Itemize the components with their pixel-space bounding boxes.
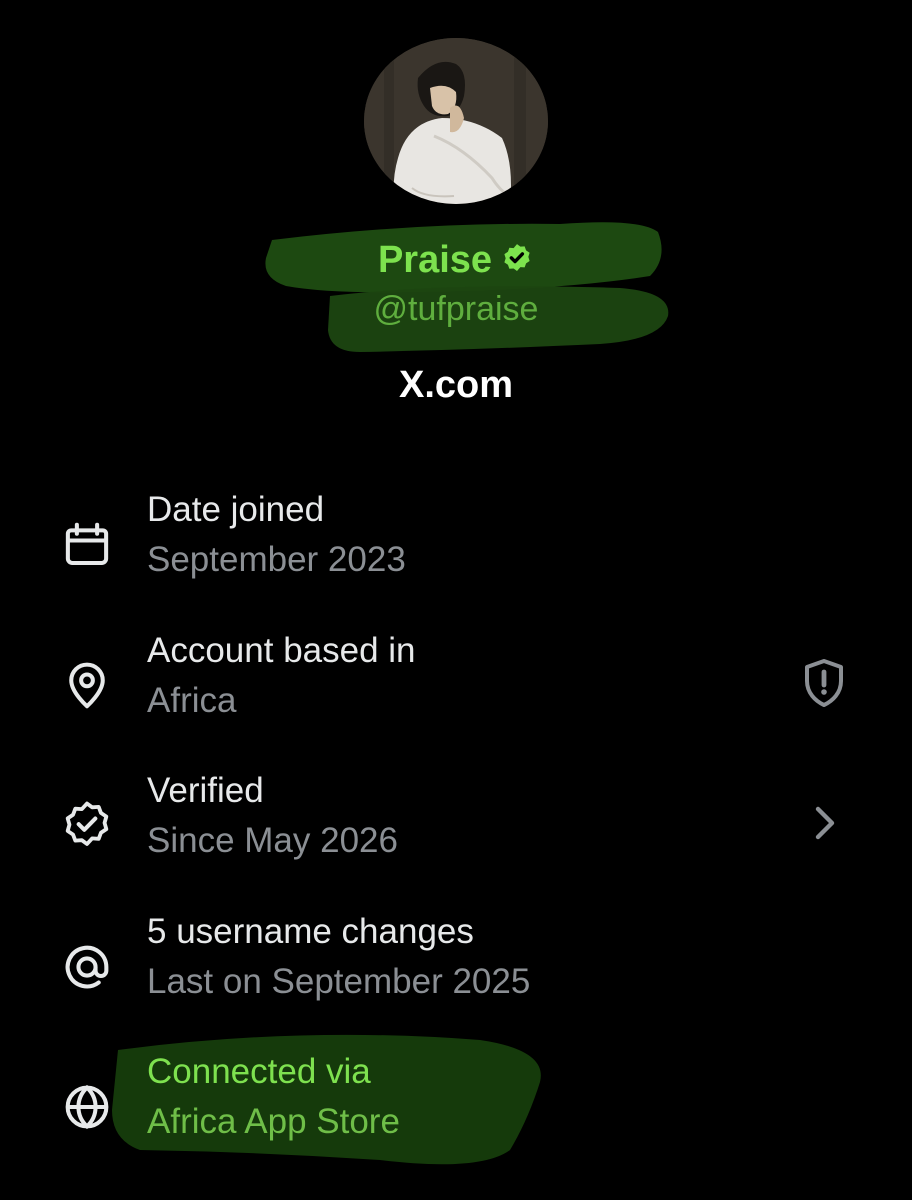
row-verified[interactable]: Verified Since May 2026 [0, 771, 912, 887]
row-date-joined: Date joined September 2023 [0, 490, 912, 606]
row-title: Date joined [147, 490, 325, 529]
at-sign-icon [65, 945, 109, 989]
avatar-photo [364, 38, 548, 204]
row-subtitle: Last on September 2025 [147, 962, 531, 1001]
row-subtitle: Since May 2026 [147, 821, 398, 860]
row-title: Verified [147, 771, 264, 810]
display-name[interactable]: Praise [378, 239, 492, 281]
site-name: X.com [398, 364, 514, 406]
shield-alert-icon[interactable] [800, 657, 848, 709]
row-title: 5 username changes [147, 912, 474, 951]
verified-badge-icon [504, 244, 530, 272]
row-title: Connected via [147, 1052, 371, 1091]
row-account-based: Account based in Africa [0, 631, 912, 747]
location-pin-icon [69, 662, 105, 709]
profile-name-row: Praise [0, 234, 912, 286]
globe-icon [65, 1084, 109, 1130]
row-connected-via: Connected via Africa App Store [0, 1052, 912, 1168]
avatar[interactable] [364, 38, 548, 204]
chevron-right-icon[interactable] [800, 797, 848, 849]
row-username-changes: 5 username changes Last on September 202… [0, 912, 912, 1028]
calendar-icon [65, 522, 109, 566]
row-subtitle: Africa App Store [147, 1102, 400, 1141]
row-subtitle: September 2023 [147, 540, 406, 579]
row-title: Account based in [147, 631, 416, 670]
profile-handle[interactable]: @tufpraise [0, 286, 912, 332]
verified-outline-icon [65, 801, 109, 846]
row-subtitle: Africa [147, 681, 237, 720]
